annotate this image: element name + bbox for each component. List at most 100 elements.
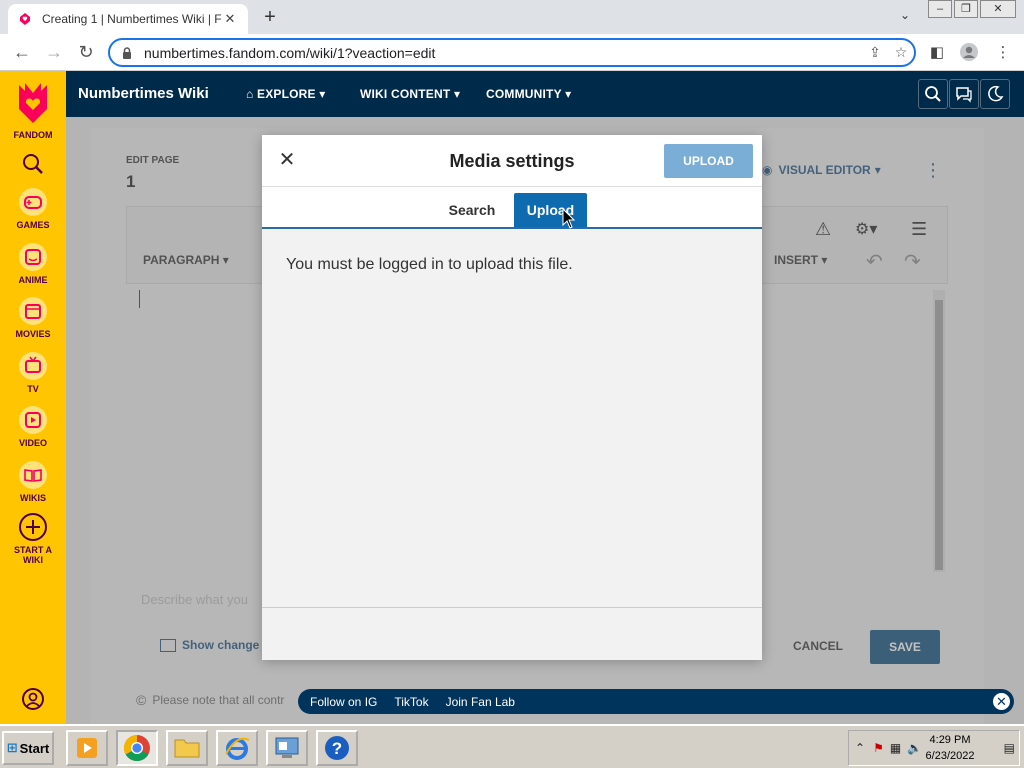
rail-item-label: TV — [27, 384, 39, 394]
fandom-logo-label: FANDOM — [13, 130, 53, 140]
rail-item-label: ANIME — [18, 275, 48, 285]
media-player-taskbar-button[interactable] — [66, 730, 108, 766]
nav-wiki-content[interactable]: WIKI CONTENT ▾ — [360, 87, 460, 101]
help-taskbar-button[interactable]: ? — [316, 730, 358, 766]
explore-icon: ⌂ — [246, 87, 257, 101]
share-icon[interactable]: ⇪ — [862, 44, 888, 61]
dialog-footer — [262, 607, 762, 660]
chevron-down-icon: ▾ — [319, 87, 326, 101]
start-button[interactable]: ⊞ Start — [2, 731, 54, 765]
show-desktop-icon[interactable]: ▤ — [1004, 741, 1015, 755]
header-search-button[interactable] — [918, 79, 948, 109]
lock-icon — [123, 46, 131, 59]
nav-community[interactable]: COMMUNITY ▾ — [486, 87, 571, 101]
svg-text:?: ? — [332, 739, 342, 758]
open-book-icon — [19, 461, 47, 489]
upload-button[interactable]: UPLOAD — [664, 144, 753, 178]
chrome-taskbar-button[interactable] — [116, 730, 158, 766]
rail-item-games[interactable]: GAMES — [0, 187, 66, 230]
chrome-icon — [123, 734, 150, 762]
side-panel-icon[interactable]: ◧ — [926, 42, 948, 64]
wiki-name[interactable]: Numbertimes Wiki — [78, 85, 209, 102]
maximize-button[interactable]: ❐ — [954, 0, 978, 18]
plus-circle-icon — [19, 513, 47, 541]
tab-search-chevron-icon[interactable]: ⌄ — [896, 8, 914, 26]
chevron-down-icon: ▾ — [565, 87, 572, 101]
fandom-logo[interactable]: FANDOM — [0, 79, 66, 140]
url-text: numbertimes.fandom.com/wiki/1?veaction=e… — [144, 44, 436, 61]
reload-icon[interactable]: ↻ — [74, 40, 98, 64]
nav-label: WIKI CONTENT — [360, 87, 451, 101]
rail-search[interactable] — [0, 153, 66, 178]
rail-item-video[interactable]: VIDEO — [0, 405, 66, 448]
control-panel-taskbar-button[interactable] — [266, 730, 308, 766]
browser-tab-strip: Creating 1 | Numbertimes Wiki | Fan ✕ + … — [0, 0, 1024, 34]
tab-close-icon[interactable]: ✕ — [222, 11, 238, 27]
window-close-button[interactable]: ✕ — [980, 0, 1016, 18]
discussions-icon — [956, 87, 972, 103]
security-alert-icon[interactable]: ⚑ — [873, 741, 884, 755]
search-icon — [23, 154, 43, 174]
nav-explore[interactable]: ⌂ EXPLORE ▾ — [246, 87, 326, 101]
rail-item-label: WIKI — [23, 555, 43, 565]
join-fan-lab-link[interactable]: Join Fan Lab — [446, 695, 515, 709]
taskbar-clock[interactable]: 4:29 PM 6/23/2022 — [920, 732, 980, 764]
minimize-button[interactable]: – — [928, 0, 952, 18]
discussions-button[interactable] — [949, 79, 979, 109]
play-video-icon — [19, 406, 47, 434]
rail-item-wikis[interactable]: WIKIS — [0, 460, 66, 503]
tiktok-link[interactable]: TikTok — [394, 695, 428, 709]
fan-lab-bar: Follow on IG TikTok Join Fan Lab — [298, 689, 1014, 714]
browser-toolbar: ← → ↻ numbertimes.fandom.com/wiki/1?veac… — [0, 34, 1024, 71]
fan-bar-close-icon[interactable]: ✕ — [991, 691, 1012, 712]
tab-search[interactable]: Search — [437, 193, 507, 227]
rail-item-label: START A — [14, 545, 52, 555]
search-icon — [925, 86, 941, 102]
rail-item-tv[interactable]: TV — [0, 351, 66, 394]
login-required-message: You must be logged in to upload this fil… — [286, 256, 573, 273]
internet-explorer-taskbar-button[interactable] — [216, 730, 258, 766]
anime-face-icon — [19, 243, 47, 271]
fandom-global-nav: FANDOM GAMES ANIME MOVIES TV VIDEO WIKIS… — [0, 71, 66, 724]
tray-expand-icon[interactable]: ⌃ — [855, 741, 865, 755]
internet-explorer-icon — [225, 737, 250, 760]
browser-tab[interactable]: Creating 1 | Numbertimes Wiki | Fan ✕ — [8, 4, 248, 34]
rail-item-anime[interactable]: ANIME — [0, 242, 66, 285]
folder-icon — [174, 739, 200, 758]
rail-user-account[interactable] — [0, 687, 66, 714]
tv-icon — [19, 352, 47, 380]
wiki-header: Numbertimes Wiki ⌂ EXPLORE ▾ WIKI CONTEN… — [66, 71, 1024, 117]
dialog-header: ✕ Media settings UPLOAD — [262, 135, 762, 187]
profile-avatar-icon[interactable] — [958, 42, 980, 64]
clapperboard-icon — [19, 297, 47, 325]
rail-item-movies[interactable]: MOVIES — [0, 296, 66, 339]
nav-label: COMMUNITY — [486, 87, 562, 101]
file-explorer-taskbar-button[interactable] — [166, 730, 208, 766]
nav-label: EXPLORE — [256, 87, 316, 101]
control-panel-icon — [275, 737, 299, 758]
rail-item-label: MOVIES — [15, 329, 51, 339]
back-arrow-icon[interactable]: ← — [10, 40, 34, 64]
windows-taskbar: ⊞ Start ? ⌃ ⚑ ▦ 🔈 ▤ 4:29 PM 6/23/2022 — [0, 724, 1024, 768]
theme-toggle-button[interactable] — [980, 79, 1010, 109]
rail-item-label: GAMES — [16, 220, 50, 230]
forward-arrow-icon[interactable]: → — [42, 40, 66, 64]
start-label: Start — [19, 740, 50, 756]
mouse-pointer-icon — [562, 208, 576, 229]
new-tab-button[interactable]: + — [258, 6, 282, 30]
address-bar[interactable]: numbertimes.fandom.com/wiki/1?veaction=e… — [108, 38, 916, 67]
follow-ig-link[interactable]: Follow on IG — [310, 695, 377, 709]
windows-flag-icon: ⊞ — [6, 740, 18, 755]
clock-time: 4:29 PM — [929, 734, 971, 746]
user-account-icon — [22, 688, 44, 710]
bookmark-star-icon[interactable]: ☆ — [888, 44, 914, 61]
moon-icon — [988, 85, 1004, 102]
rail-item-start-a-wiki[interactable]: START A WIKI — [0, 512, 66, 565]
tab-upload[interactable]: Upload — [514, 193, 587, 227]
menu-kebab-icon[interactable]: ⋮ — [992, 42, 1014, 64]
network-icon[interactable]: ▦ — [890, 741, 901, 755]
fandom-favicon-icon — [20, 13, 30, 25]
dialog-tabs: Search Upload — [262, 187, 762, 229]
media-player-icon — [77, 738, 97, 758]
rail-item-label: VIDEO — [18, 438, 47, 448]
